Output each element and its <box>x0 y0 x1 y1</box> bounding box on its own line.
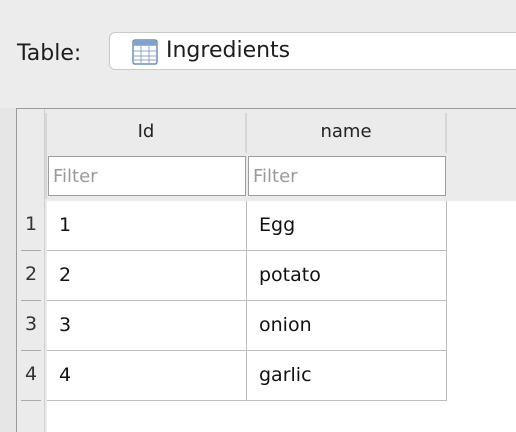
table-cell-name[interactable]: potato <box>247 251 447 301</box>
row-number-label: 1 <box>24 213 38 235</box>
table-cell-id[interactable]: 2 <box>47 251 247 301</box>
toolbar: Table: Ingredients <box>0 0 516 108</box>
table-cell-id[interactable]: 3 <box>47 301 247 351</box>
table-selector[interactable]: Ingredients <box>109 32 516 70</box>
grid-empty-area <box>446 201 516 432</box>
row-number-label: 2 <box>24 263 38 285</box>
table-cell-name[interactable]: onion <box>247 301 447 351</box>
filter-input-id[interactable] <box>48 156 246 196</box>
table-cell-name[interactable]: Egg <box>247 201 447 251</box>
column-header-id[interactable]: Id <box>47 113 247 153</box>
row-number-label: 4 <box>24 363 38 385</box>
table-name: Ingredients <box>166 38 291 63</box>
row-number[interactable]: 3 <box>17 301 45 351</box>
column-header-name[interactable]: name <box>247 113 447 153</box>
table-cell-name[interactable]: garlic <box>247 351 447 401</box>
table-cell-id[interactable]: 4 <box>47 351 247 401</box>
row-number[interactable]: 4 <box>17 351 45 401</box>
table-label: Table: <box>17 41 82 66</box>
row-separator <box>21 400 41 401</box>
row-number[interactable]: 2 <box>17 251 45 301</box>
table-cell-id[interactable]: 1 <box>47 201 247 251</box>
table-icon <box>132 39 158 69</box>
row-number-label: 3 <box>24 313 38 335</box>
grid-empty-area-bottom <box>47 401 446 432</box>
filter-input-name[interactable] <box>248 156 446 196</box>
row-number[interactable]: 1 <box>17 201 45 251</box>
